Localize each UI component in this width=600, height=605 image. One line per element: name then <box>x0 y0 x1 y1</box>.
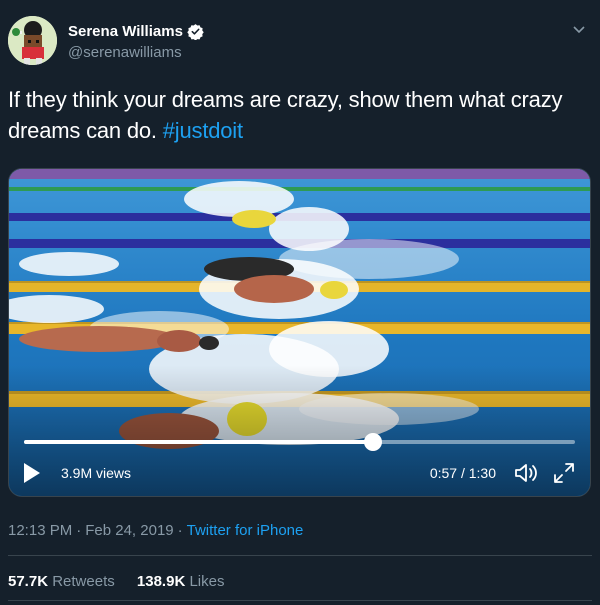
retweets-label: Retweets <box>52 573 115 590</box>
display-name-text: Serena Williams <box>68 23 183 40</box>
tweet-source[interactable]: Twitter for iPhone <box>187 522 304 539</box>
user-info: Serena Williams @serenawilliams <box>68 22 204 62</box>
retweets-count: 57.7K <box>8 573 49 590</box>
video-player[interactable]: 3.9M views 0:57 / 1:30 <box>8 168 591 497</box>
retweets-stat[interactable]: 57.7K Retweets <box>8 573 115 590</box>
volume-icon[interactable] <box>514 461 540 485</box>
play-icon[interactable] <box>23 462 41 484</box>
fullscreen-icon[interactable] <box>552 461 576 485</box>
tweet-time[interactable]: 12:13 PM <box>8 522 72 539</box>
divider <box>8 555 592 556</box>
video-frame <box>9 169 590 496</box>
likes-label: Likes <box>189 573 225 590</box>
meta-separator: · <box>177 522 183 539</box>
likes-stat[interactable]: 138.9K Likes <box>137 573 225 590</box>
verified-badge-icon <box>187 24 204 40</box>
progress-fill <box>24 440 373 444</box>
avatar[interactable] <box>8 16 57 65</box>
user-handle[interactable]: @serenawilliams <box>68 43 204 62</box>
tweet-text: If they think your dreams are crazy, sho… <box>8 84 594 146</box>
tweet-header: Serena Williams @serenawilliams <box>8 16 592 68</box>
progress-handle[interactable] <box>363 433 382 451</box>
view-count: 3.9M views <box>61 465 132 481</box>
tweet-meta: 12:13 PM · Feb 24, 2019 · Twitter for iPhone <box>8 522 303 539</box>
tweet-date[interactable]: Feb 24, 2019 <box>85 522 173 539</box>
display-name[interactable]: Serena Williams <box>68 22 204 41</box>
likes-count: 138.9K <box>136 573 186 590</box>
tweet-stats: 57.7K Retweets 138.9K Likes <box>8 573 242 590</box>
divider <box>8 600 592 601</box>
tweet-body: If they think your dreams are crazy, sho… <box>8 87 563 143</box>
video-timecode: 0:57 / 1:30 <box>429 465 496 481</box>
hashtag-link[interactable]: #justdoit <box>163 118 243 143</box>
meta-separator: · <box>76 522 82 539</box>
chevron-down-icon[interactable] <box>572 22 586 36</box>
progress-bar[interactable] <box>24 433 575 451</box>
